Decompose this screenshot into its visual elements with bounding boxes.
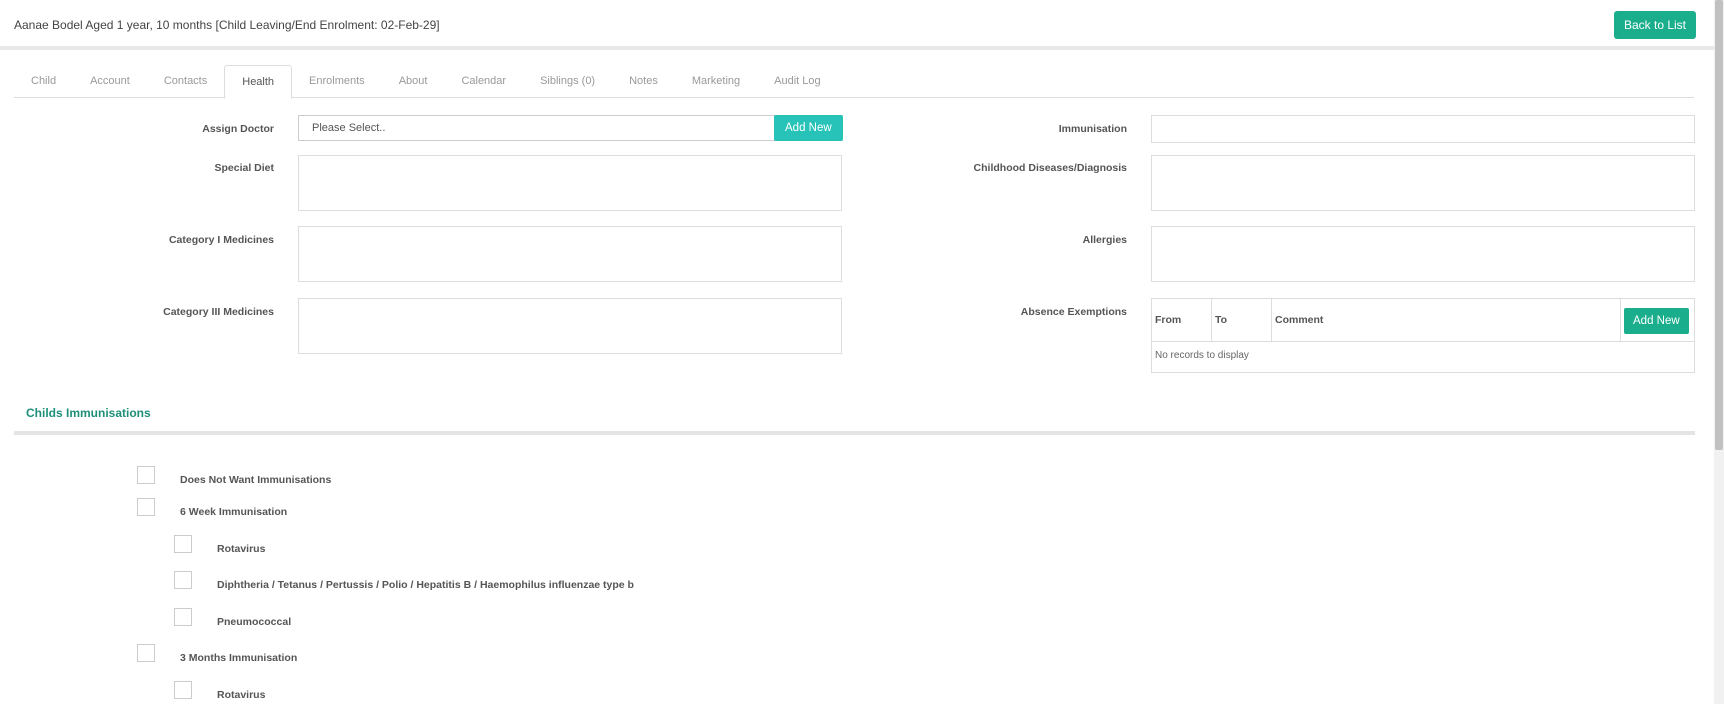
assign-doctor-value: Please Select.. [312, 122, 386, 134]
column-comment: Comment [1275, 314, 1324, 326]
tab-siblings[interactable]: Siblings (0) [523, 65, 612, 98]
tab-enrolments[interactable]: Enrolments [292, 65, 382, 98]
label-6-week-pneumococcal: Pneumococcal [217, 616, 292, 628]
special-diet-label: Special Diet [214, 162, 274, 174]
add-new-exemption-button[interactable]: Add New [1624, 308, 1689, 334]
category-i-medicines-label: Category I Medicines [168, 234, 274, 246]
tab-calendar[interactable]: Calendar [444, 65, 523, 98]
add-new-doctor-button[interactable]: Add New [774, 115, 843, 141]
empty-table-message: No records to display [1155, 350, 1249, 361]
page-header: Aanae Bodel Aged 1 year, 10 months [Chil… [0, 0, 1714, 50]
tab-about[interactable]: About [382, 65, 445, 98]
label-does-not-want: Does Not Want Immunisations [180, 474, 332, 486]
immunisation-label: Immunisation [1058, 123, 1127, 135]
tab-contacts[interactable]: Contacts [147, 65, 224, 98]
allergies-label: Allergies [1082, 234, 1127, 246]
tab-child[interactable]: Child [14, 65, 73, 98]
assign-doctor-label: Assign Doctor [202, 123, 274, 135]
table-header-row: From To Comment Add New [1152, 299, 1694, 342]
allergies-field[interactable] [1151, 226, 1695, 282]
column-divider [1620, 299, 1621, 342]
page-title: Aanae Bodel Aged 1 year, 10 months [Chil… [14, 18, 440, 32]
section-divider [14, 431, 1695, 435]
checkbox-6-week-pneumococcal[interactable] [174, 608, 192, 626]
back-to-list-button[interactable]: Back to List [1613, 11, 1696, 39]
vertical-scrollbar[interactable] [1714, 0, 1724, 704]
scrollbar-thumb[interactable] [1715, 0, 1723, 450]
tab-health[interactable]: Health [224, 65, 293, 99]
category-iii-medicines-field[interactable] [298, 298, 842, 354]
tab-bar: Child Account Contacts Health Enrolments… [14, 65, 1694, 99]
tab-account[interactable]: Account [73, 65, 147, 98]
section-title-immunisations: Childs Immunisations [26, 406, 151, 420]
label-3-months: 3 Months Immunisation [180, 652, 298, 664]
checkbox-3-months-rotavirus[interactable] [174, 681, 192, 699]
childhood-diseases-field[interactable] [1151, 155, 1695, 211]
column-to: To [1215, 314, 1228, 326]
checkbox-6-week-rotavirus[interactable] [174, 535, 192, 553]
tab-audit-log[interactable]: Audit Log [757, 65, 837, 98]
page-frame: Aanae Bodel Aged 1 year, 10 months [Chil… [0, 0, 1714, 704]
label-6-week: 6 Week Immunisation [180, 506, 288, 518]
category-i-medicines-field[interactable] [298, 226, 842, 282]
childhood-diseases-label: Childhood Diseases/Diagnosis [973, 162, 1127, 174]
absence-exemptions-table: From To Comment Add New No records to di… [1151, 298, 1695, 373]
column-from: From [1155, 314, 1182, 326]
assign-doctor-select[interactable]: Please Select.. [298, 115, 842, 141]
checkbox-6-week[interactable] [137, 498, 155, 516]
absence-exemptions-label: Absence Exemptions [1020, 306, 1127, 318]
tab-marketing[interactable]: Marketing [675, 65, 757, 98]
tab-notes[interactable]: Notes [612, 65, 675, 98]
special-diet-field[interactable] [298, 155, 842, 211]
label-3-months-rotavirus: Rotavirus [217, 689, 266, 701]
checkbox-6-week-dtp[interactable] [174, 571, 192, 589]
category-iii-medicines-label: Category III Medicines [163, 306, 274, 318]
checkbox-3-months[interactable] [137, 644, 155, 662]
checkbox-does-not-want[interactable] [137, 466, 155, 484]
immunisation-input[interactable] [1151, 115, 1695, 143]
label-6-week-dtp: Diphtheria / Tetanus / Pertussis / Polio… [217, 579, 634, 591]
label-6-week-rotavirus: Rotavirus [217, 543, 266, 555]
